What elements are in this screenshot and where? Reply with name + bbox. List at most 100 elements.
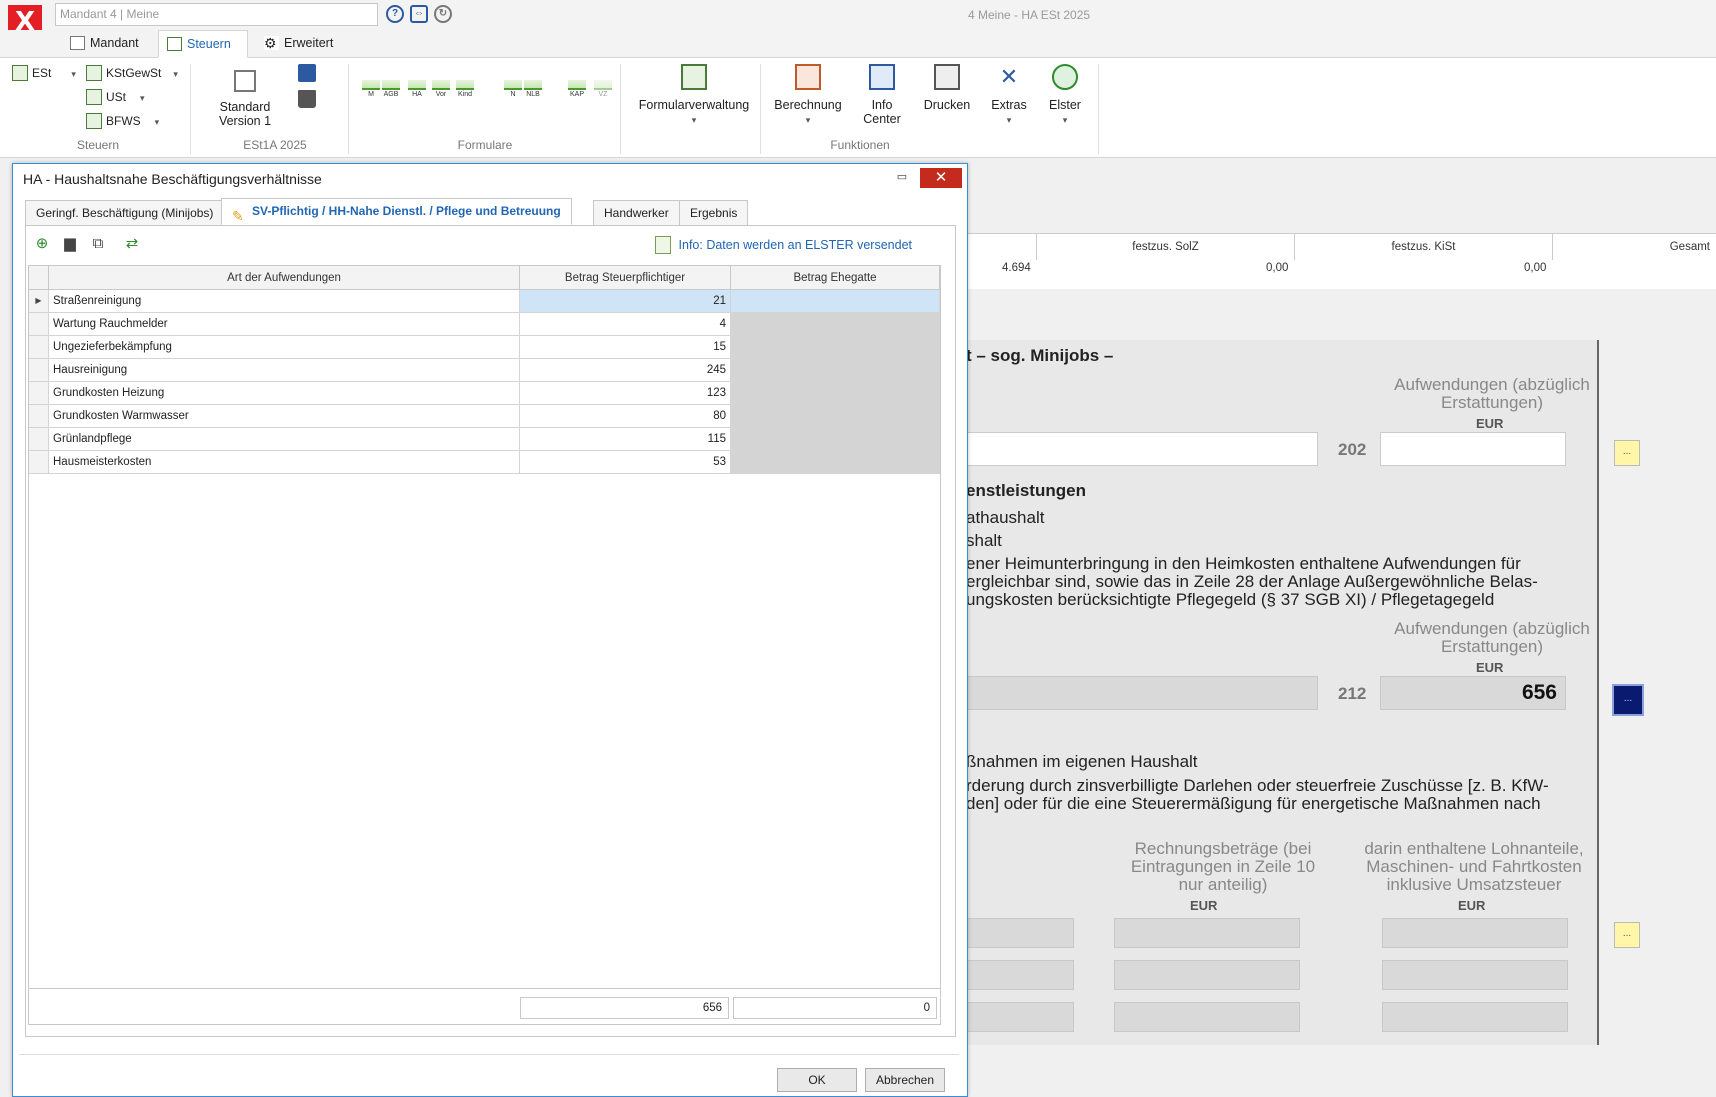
tab-mandant[interactable]: Mandant	[68, 30, 152, 58]
cell-betrag[interactable]: 80	[520, 405, 731, 428]
form-kind-button[interactable]: Kind	[456, 80, 474, 98]
form-m-button[interactable]: M	[362, 80, 380, 98]
printer-icon	[934, 64, 960, 90]
cell-betrag[interactable]: 4	[520, 313, 731, 336]
extras-button[interactable]: ✕ Extras ▾	[984, 64, 1034, 127]
form-kap-button[interactable]: KAP	[568, 80, 586, 98]
cell-art[interactable]: Grundkosten Warmwasser	[49, 405, 520, 428]
line-number-212: 212	[1338, 684, 1367, 703]
form-field[interactable]	[966, 960, 1074, 990]
form-n-button[interactable]: N	[504, 80, 522, 98]
trash-icon[interactable]	[298, 90, 316, 108]
col-art[interactable]: Art der Aufwendungen	[49, 266, 520, 290]
info-center-button[interactable]: Info Center	[852, 64, 912, 126]
cell-art[interactable]: Grünlandpflege	[49, 428, 520, 451]
refresh-icon[interactable]: ↻	[434, 5, 452, 23]
minimize-icon[interactable]: ▭	[895, 171, 909, 185]
col-betrag-ehegatte[interactable]: Betrag Ehegatte	[731, 266, 940, 290]
close-button[interactable]: ✕	[920, 168, 962, 188]
table-row[interactable]: Wartung Rauchmelder 4	[29, 313, 940, 336]
table-row[interactable]: Hausmeisterkosten 53	[29, 451, 940, 474]
sum-taxpayer: 656	[520, 997, 729, 1019]
form-agb-button[interactable]: AGB	[382, 80, 400, 98]
tab-erweitert[interactable]: ⚙ Erweitert	[262, 30, 352, 58]
cell-art[interactable]: Grundkosten Heizung	[49, 382, 520, 405]
form-vor-button[interactable]: Vor	[432, 80, 450, 98]
form-field[interactable]	[1382, 918, 1568, 948]
table-row[interactable]: Grünlandpflege 115	[29, 428, 940, 451]
cell-betrag[interactable]: 21	[520, 290, 731, 313]
form-field-212[interactable]: 656	[1380, 676, 1566, 710]
form-field[interactable]	[966, 1002, 1074, 1032]
ribbon-est[interactable]: ESt ▾	[12, 64, 76, 82]
form-field[interactable]	[1114, 918, 1300, 948]
table-row[interactable]: Grundkosten Heizung 123	[29, 382, 940, 405]
transfer-icon[interactable]: ⇄	[122, 234, 142, 254]
ribbon-tabs: Mandant Steuern ⚙ Erweitert	[0, 30, 1716, 58]
form-field[interactable]	[966, 676, 1318, 710]
table-row[interactable]: Ungezieferbekämpfung 15	[29, 336, 940, 359]
cell-art[interactable]: Hausmeisterkosten	[49, 451, 520, 474]
help-icon[interactable]: ?	[386, 5, 404, 23]
window-icon[interactable]: ⇔	[410, 5, 428, 23]
cancel-button[interactable]: Abbrechen	[865, 1068, 945, 1092]
tab-ergebnis[interactable]: Ergebnis	[679, 200, 749, 225]
cell-art[interactable]: Straßenreinigung	[49, 290, 520, 313]
col-betrag-stpfl[interactable]: Betrag Steuerpflichtiger	[520, 266, 731, 290]
form-field-202[interactable]	[1380, 432, 1566, 466]
save-icon[interactable]	[298, 64, 316, 82]
kst-icon	[86, 65, 102, 81]
tab-handwerker[interactable]: Handwerker	[593, 200, 680, 225]
ok-button[interactable]: OK	[777, 1068, 857, 1092]
standard-version-button[interactable]: Standard Version 1	[210, 66, 280, 128]
form-field[interactable]	[966, 918, 1074, 948]
ellipsis-button[interactable]: ...	[1614, 440, 1640, 466]
cell-betrag[interactable]: 15	[520, 336, 731, 359]
cell-betrag[interactable]: 53	[520, 451, 731, 474]
ribbon-bfws[interactable]: BFWS ▾	[86, 112, 159, 130]
form-field[interactable]	[1114, 1002, 1300, 1032]
form-nlb-button[interactable]: NLB	[524, 80, 542, 98]
ribbon-ust[interactable]: USt ▾	[86, 88, 145, 106]
cell-art[interactable]: Wartung Rauchmelder	[49, 313, 520, 336]
form-field[interactable]	[1382, 1002, 1568, 1032]
form-field[interactable]	[1114, 960, 1300, 990]
group-label-formulare: Formulare	[457, 138, 513, 152]
table-row[interactable]: Grundkosten Warmwasser 80	[29, 405, 940, 428]
add-row-icon[interactable]: ⊕	[32, 234, 52, 254]
ellipsis-button-active[interactable]: ...	[1612, 684, 1644, 716]
table-row[interactable]: Hausreinigung 245	[29, 359, 940, 382]
cell-betrag[interactable]: 115	[520, 428, 731, 451]
form-vz-button[interactable]: VZ	[594, 80, 612, 98]
form-col-head: darin enthaltene Lohnanteile, Maschinen-…	[1364, 839, 1584, 894]
drucken-button[interactable]: Drucken	[918, 64, 976, 112]
col-kist: festzus. KiSt	[1294, 234, 1552, 260]
delete-row-icon[interactable]: ▆	[60, 234, 80, 254]
berechnung-button[interactable]: Berechnung ▾	[770, 64, 846, 127]
form-text: athaushalt	[966, 508, 1045, 527]
cell-betrag[interactable]: 123	[520, 382, 731, 405]
tab-steuern[interactable]: Steuern	[158, 30, 248, 58]
mandant-selector[interactable]: Mandant 4 | Meine	[55, 3, 378, 26]
elster-button[interactable]: Elster ▾	[1040, 64, 1090, 127]
table-row[interactable]: ▶ Straßenreinigung 21	[29, 290, 940, 313]
form-ha-button[interactable]: HA	[408, 80, 426, 98]
line-number-202: 202	[1338, 440, 1367, 459]
cell-art[interactable]: Ungezieferbekämpfung	[49, 336, 520, 359]
ribbon-kstgewst[interactable]: KStGewSt ▾	[86, 64, 178, 82]
copy-row-icon[interactable]: ⧉	[88, 234, 108, 254]
form-eur: EUR	[1458, 898, 1486, 913]
tab-minijobs[interactable]: Geringf. Beschäftigung (Minijobs)	[25, 200, 225, 225]
formularverwaltung-button[interactable]: FormulareFormularverwaltung▾	[632, 64, 756, 127]
form-field[interactable]	[1382, 960, 1568, 990]
cell-ehegatte	[731, 290, 940, 313]
cell-art[interactable]: Hausreinigung	[49, 359, 520, 382]
result-table: festzus. SolZ festzus. KiSt Gesamt 4.694…	[966, 233, 1716, 289]
col-gesamt: Gesamt	[1552, 234, 1716, 260]
expense-grid: Art der Aufwendungen Betrag Steuerpflich…	[28, 265, 941, 1025]
ribbon: ESt ▾ KStGewSt ▾ USt ▾ BFWS ▾ Steuern Standa…	[0, 58, 1716, 158]
ellipsis-button[interactable]: ...	[1614, 922, 1640, 948]
form-field[interactable]	[966, 432, 1318, 466]
tab-sv-pflichtig[interactable]: ✎ SV-Pflichtig / HH-Nahe Dienstl. / Pfle…	[221, 198, 572, 225]
cell-betrag[interactable]: 245	[520, 359, 731, 382]
